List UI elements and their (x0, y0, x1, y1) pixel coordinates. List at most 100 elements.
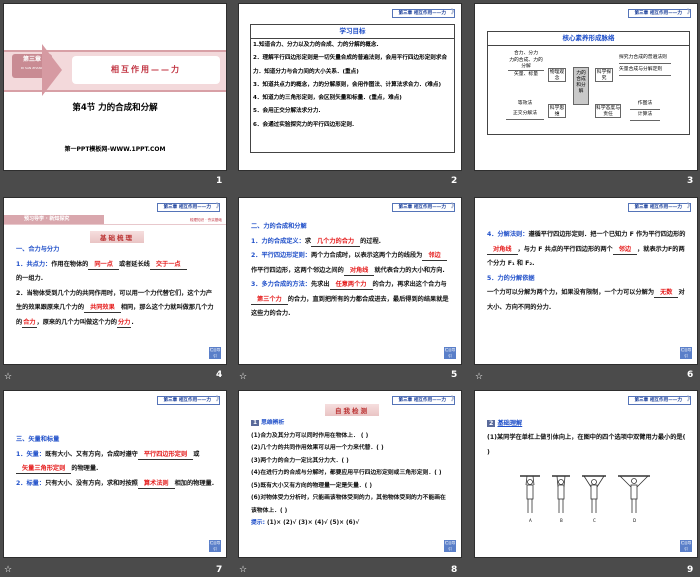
answer-blank: 交于一点 (149, 260, 187, 270)
answer-blank: 对角线 (343, 266, 375, 276)
text: 相加的物理量. (174, 479, 215, 487)
answer-blank: 第三个力 (251, 295, 288, 305)
chapter-tag: 第三章 相互作用——力 (628, 396, 693, 405)
slide-thumbnail-7[interactable]: 第三章 相互作用——力 三、矢量和标量 1．矢量：既有大小、又有方向，合成时遵守… (3, 390, 227, 558)
text: 作平行四边形，这两个邻边之间的 (251, 266, 344, 274)
chapter-tag: 第三章 相互作用——力 (157, 396, 222, 405)
slide-thumbnail-6[interactable]: 第三章 相互作用——力 4．分解法则：遵循平行四边形定则．把一个已知力 F 作为… (474, 197, 698, 365)
text: 就代表合力的大小和方向. (374, 266, 445, 274)
slide-thumbnail-2[interactable]: 第三章 相互作用——力 学习目标 1.知道合力、分力以及力的合成、力的分解的概念… (238, 3, 462, 171)
answer-blank: 同一点 (88, 260, 119, 270)
chapter-tag: 第三章 相互作用——力 (628, 9, 693, 18)
nav-button[interactable]: 栏目导引 (444, 347, 456, 359)
map-leaf: 探究力合成的普遍法则 (619, 54, 671, 64)
hint-label: 提示: (251, 520, 265, 526)
answer-blank: 几个力的合力 (311, 237, 361, 247)
text: 两个力合成时，以表示这两个力的线段为 (311, 252, 423, 259)
slide-number: 2 (451, 176, 458, 186)
map-leaf: 力的合成、力的分解 (508, 58, 544, 71)
nav-button[interactable]: 栏目导引 (680, 347, 692, 359)
section-banner: 预习导学 · 新知探究 (4, 215, 104, 224)
slide-thumbnail-9[interactable]: 第三章 相互作用——力 2 基础理解 (1)某同学在单杠上做引体向上，在图中的四… (474, 390, 698, 558)
section-title: 第4节 力的合成和分解 (72, 103, 158, 113)
figure-c (582, 475, 606, 513)
slide-thumbnail-4[interactable]: 第三章 相互作用——力 预习导学 · 新知探究 梳理知识 · 夯实基础 基础梳理… (3, 197, 227, 365)
slide-thumbnail-5[interactable]: 第三章 相互作用——力 二、力的合成和分解 1．力的合成定义：求几个力的合力的过… (238, 197, 462, 365)
nav-button[interactable]: 栏目导引 (209, 540, 221, 552)
text: 只有大小、没有方向，求和时按照 (45, 479, 138, 487)
map-leaf: 作图法 (630, 99, 660, 110)
map-leaf: 正交分解法 (506, 109, 544, 120)
question-item: (3)两个力的合力一定比其分力大．( ) (251, 457, 349, 464)
star-icon[interactable]: ☆ (239, 565, 247, 575)
star-icon[interactable]: ☆ (4, 372, 12, 382)
text: 遵循平行四边形定则．把一个已知力 F 作为平行四边形的 (528, 231, 686, 238)
option-label: A (529, 518, 532, 523)
answer-blank: 邻边 (422, 251, 447, 261)
term-label: 1．共点力： (16, 260, 52, 268)
table-heading: 学习目标 (251, 25, 454, 39)
chapter-tag: 第三章 相互作用——力 (392, 203, 457, 212)
answer-blank: 共同效果 (84, 303, 121, 313)
term-label: 1．矢量： (16, 450, 46, 458)
objective-item: 4．知道力的三角形定则，会区别矢量和标量．(重点，难点) (253, 95, 402, 102)
footer-text: 第一PPT模板网-WWW.1PPT.COM (64, 146, 166, 153)
question-text: (1)某同学在单杠上做引体向上，在图中的四个选项中双臂用力最小的是( ) (487, 434, 686, 456)
nav-button[interactable]: 栏目导引 (209, 347, 221, 359)
slide-thumbnail-3[interactable]: 第三章 相互作用——力 核心素养形成脉络 力的合成和分解 物理观念 科学思维 科… (474, 3, 698, 171)
map-leaf: 矢量合成与分解定则 (619, 64, 671, 76)
heading: 三、矢量和标量 (16, 436, 60, 443)
objective-item: 6．会通过实验探究力的平行四边形定则. (253, 121, 355, 128)
section-number-icon: 1 (251, 420, 260, 426)
answer-blank: 平行四边形定则 (137, 450, 194, 460)
heading: 二、力的合成和分解 (251, 223, 307, 230)
text: 既有大小、又有方向，合成时遵守 (45, 450, 138, 458)
arrow-shape (42, 44, 62, 96)
subheading: 思维辨析 (261, 420, 285, 426)
term-label: 3．多力合成的方法： (251, 281, 311, 288)
star-icon[interactable]: ☆ (475, 372, 483, 382)
heading: 一、合力与分力 (16, 246, 60, 253)
slide-number: 4 (216, 370, 223, 380)
hint-answers: (1)× (2)√ (3)× (4)√ (5)× (6)√ (266, 520, 360, 526)
nav-button[interactable]: 栏目导引 (680, 540, 692, 552)
question-item: (6)对物体受力分析时，只能画该物体受到的力，其他物体受到的力不能画在该物体上．… (251, 495, 446, 514)
slide-number: 1 (216, 176, 223, 186)
chapter-tag: 第三章 相互作用——力 (157, 203, 222, 212)
slide-thumbnail-8[interactable]: 第三章 相互作用——力 自我检测 1 思维辨析 (1)合力及其分力可以同时作用在… (238, 390, 462, 558)
text: ，与力 F 共点的平行四边形的两个 (517, 245, 613, 253)
objective-item: 1.知道合力、分力以及力的合成、力的分解的概念. (253, 42, 379, 48)
subheading: 基础理解 (497, 420, 523, 427)
text: 先求出 (311, 281, 330, 288)
star-icon[interactable]: ☆ (239, 372, 247, 382)
text: . (131, 318, 134, 326)
term-label: 2．标量： (16, 479, 46, 487)
hub-node: 科学态度与责任 (595, 104, 621, 118)
figure-a (520, 475, 540, 513)
term-label: 4．分解法则： (487, 231, 529, 238)
answer-blank: 任意两个力 (329, 280, 373, 290)
hub-node: 物理观念 (548, 68, 566, 82)
objective-item: 2．理解平行四边形定则是一切矢量合成的普遍法则，会用平行四边形定则求合力．知道分… (253, 55, 448, 75)
hub-node: 科学探究 (595, 68, 613, 82)
mind-map: 核心素养形成脉络 力的合成和分解 物理观念 科学思维 科学探究 科学态度与责任 … (487, 31, 690, 135)
option-label: C (593, 518, 596, 523)
objective-item: 5．会用正交分解法求分力. (253, 108, 321, 115)
text: 的过程. (360, 237, 382, 245)
nav-button[interactable]: 栏目导引 (444, 540, 456, 552)
hub-node: 科学思维 (548, 104, 566, 118)
star-icon[interactable]: ☆ (4, 565, 12, 575)
answer-blank: 对角线 (487, 245, 518, 255)
answer-blank: 合力 (22, 318, 37, 328)
section-pill: 基础梳理 (90, 231, 144, 243)
text: 或 (193, 450, 200, 458)
answer-blank: 算术法则 (137, 479, 175, 489)
slide-number: 9 (687, 565, 694, 575)
center-node: 力的合成和分解 (573, 67, 589, 105)
slide-thumbnail-1[interactable]: 第三章 DI SAN ZHANG 相互作用——力 第4节 力的合成和分解 第一P… (3, 3, 227, 171)
section-pill: 自我检测 (325, 404, 379, 416)
text: 或者延长线 (118, 260, 150, 268)
heading: 5．力的分解依据 (487, 274, 535, 282)
map-leaf: 矢量、标量 (514, 72, 538, 77)
answer-blank: 分力 (117, 318, 132, 328)
